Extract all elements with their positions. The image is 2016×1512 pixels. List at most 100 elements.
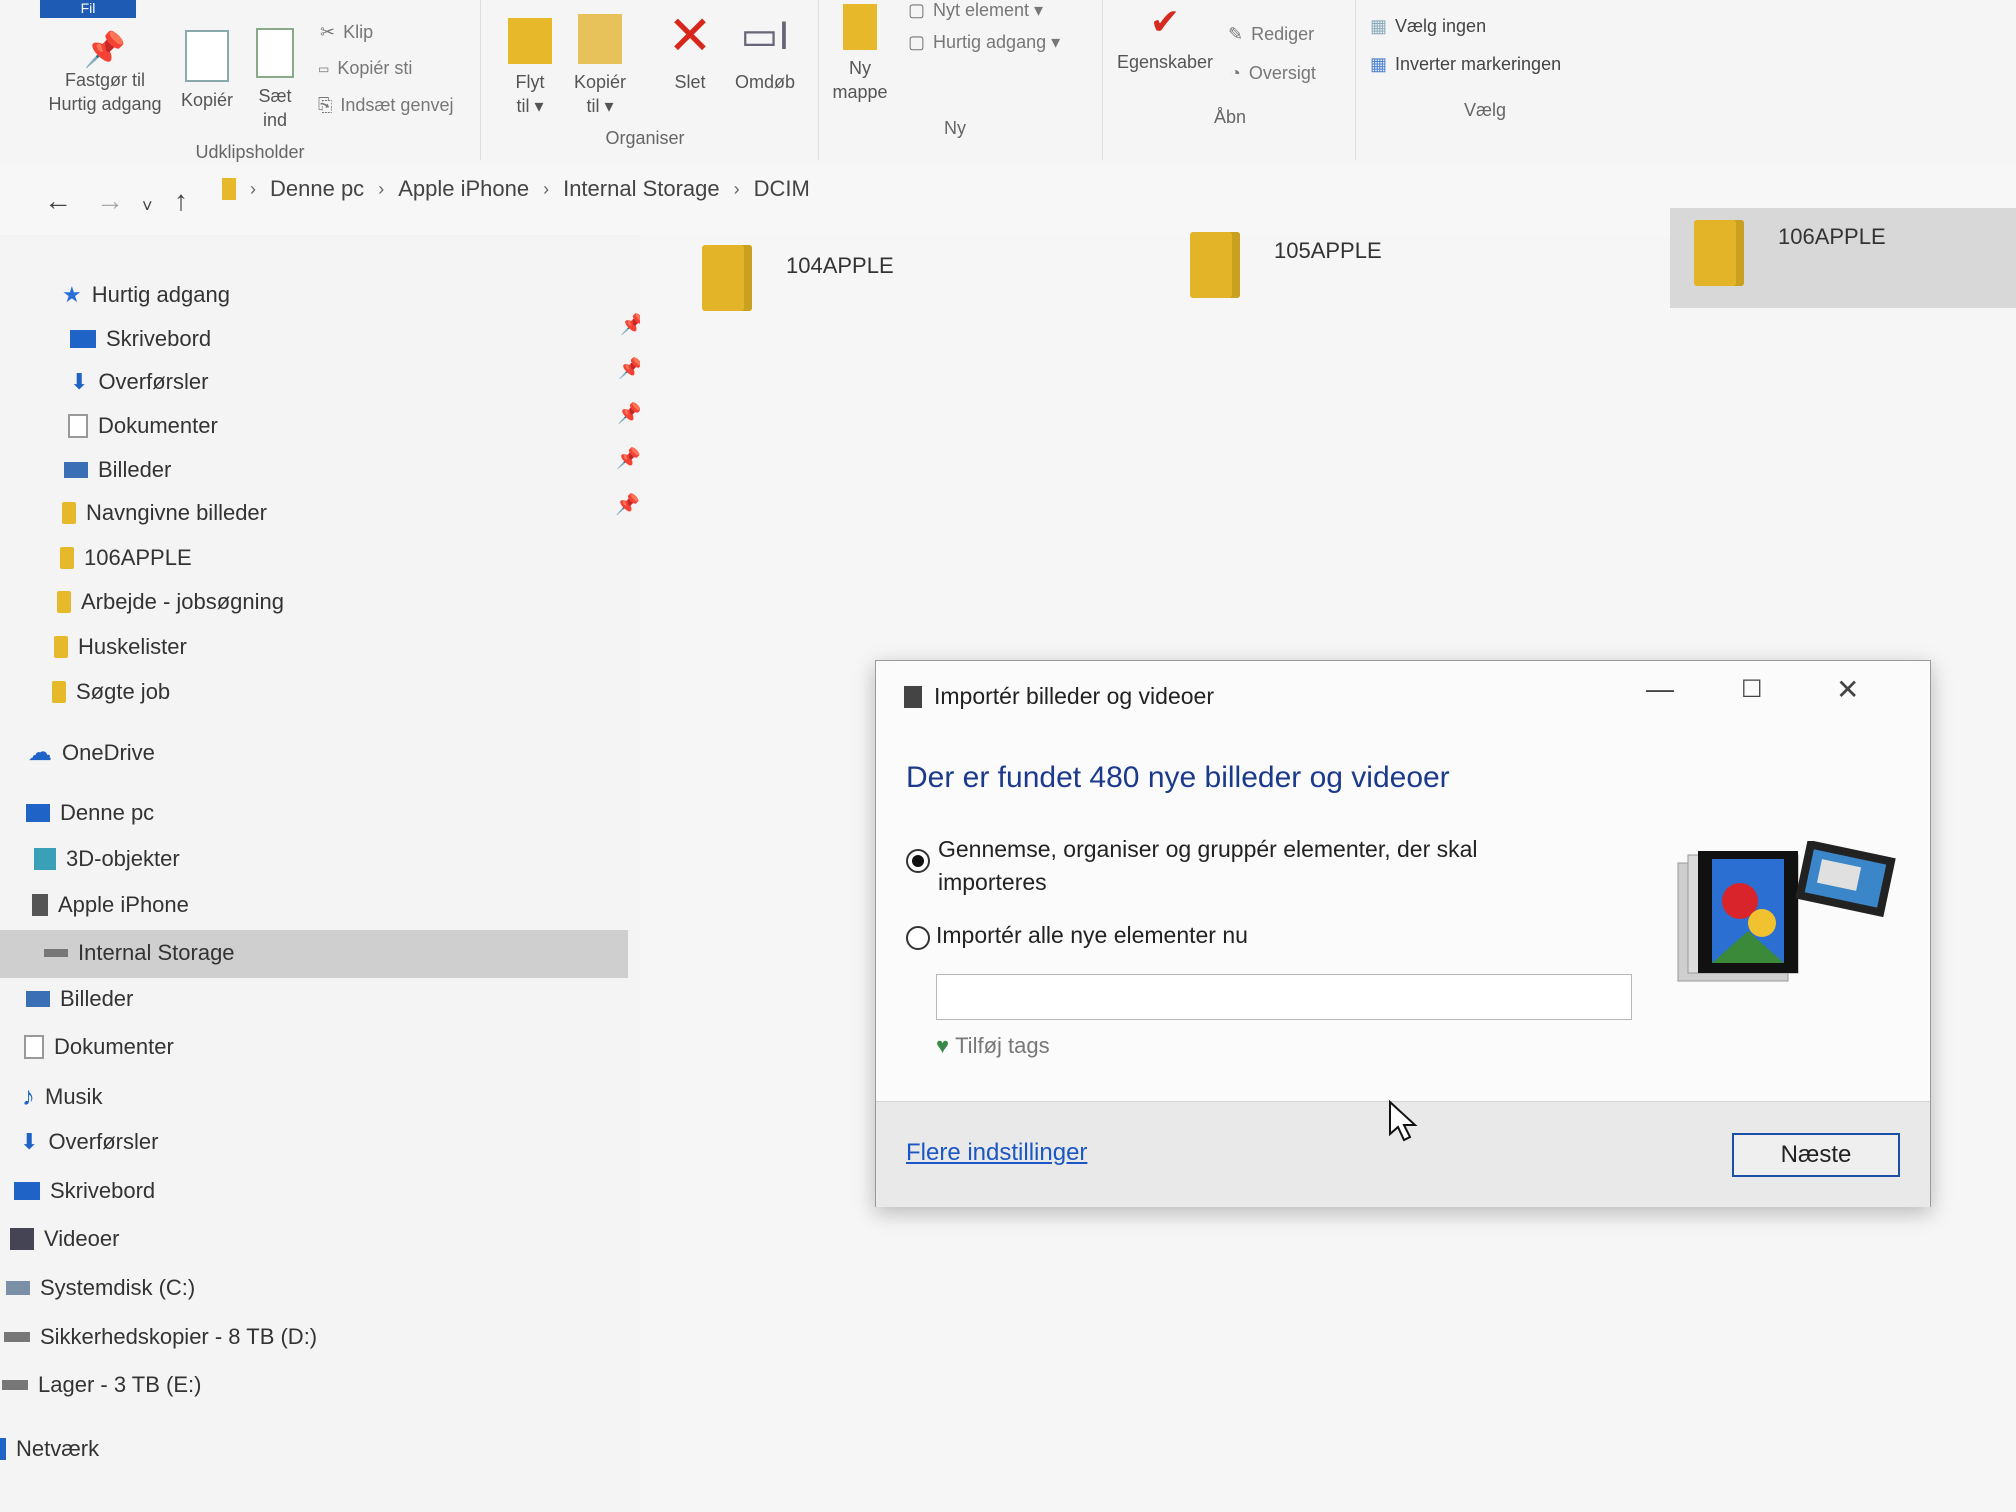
phone-icon — [32, 894, 48, 916]
breadcrumb[interactable]: › Denne pc › Apple iPhone › Internal Sto… — [222, 176, 810, 202]
pin-icon[interactable]: 📌 — [615, 492, 640, 517]
copy-to-button[interactable]: Kopiér til ▾ — [570, 14, 630, 118]
add-tags-link[interactable]: ♥ Tilføj tags — [936, 1033, 1050, 1059]
sidebar-item-label: 106APPLE — [84, 545, 192, 570]
forward-arrow-icon[interactable]: → — [96, 185, 124, 217]
pin-icon[interactable]: 📌 — [616, 446, 641, 471]
photos-videos-icon — [1677, 841, 1896, 982]
sidebar-item-downloads[interactable]: ⬇ Overførsler — [70, 369, 208, 395]
star-icon: ★ — [62, 282, 82, 307]
sidebar-item-quick-access[interactable]: ★ Hurtig adgang — [62, 282, 230, 308]
maximize-icon[interactable]: ☐ — [1741, 675, 1763, 704]
close-icon[interactable]: ✕ — [1836, 673, 1859, 706]
sidebar-item-label: Denne pc — [60, 800, 155, 825]
ribbon: Fil 📌 Fastgør til Hurtig adgang Kopiér S… — [0, 0, 2016, 166]
recent-locations-chevron-icon[interactable]: ˅ — [142, 196, 153, 217]
sidebar-item-named-pictures[interactable]: Navngivne billeder — [62, 500, 267, 526]
select-group-label: Vælg — [1463, 100, 1507, 120]
invert-selection-button[interactable]: ▦ Inverter markeringen — [1370, 54, 1561, 75]
sidebar-item-pictures[interactable]: Billeder — [64, 457, 171, 483]
sidebar-item-label: Skrivebord — [106, 326, 212, 351]
select-none-button[interactable]: ▦ Vælg ingen — [1370, 16, 1486, 37]
sidebar-item-drive-d[interactable]: Sikkerhedskopier - 8 TB (D:) — [4, 1324, 317, 1350]
dialog-heading: Der er fundet 480 nye billeder og videoe… — [906, 761, 1450, 794]
paste-shortcut-button[interactable]: ⎘ Indsæt genvej — [318, 95, 453, 116]
sidebar-item-label: Apple iPhone — [58, 892, 189, 917]
file-tab[interactable]: Fil — [40, 0, 136, 18]
browse-organize-label[interactable]: Gennemse, organiser og gruppér elementer… — [938, 833, 1558, 899]
more-settings-link[interactable]: Flere indstillinger — [906, 1139, 1087, 1167]
sidebar-item-applied-jobs[interactable]: Søgte job — [52, 679, 170, 705]
new-folder-icon — [843, 4, 877, 50]
import-all-label[interactable]: Importér alle nye elementer nu — [936, 919, 1248, 952]
browse-organize-radio[interactable] — [906, 849, 930, 873]
folder-icon — [52, 681, 66, 703]
paste-label: Sæt ind — [258, 86, 292, 130]
edit-button[interactable]: ✎ Rediger — [1228, 24, 1314, 45]
select-none-label: Vælg ingen — [1395, 16, 1487, 36]
new-folder-button[interactable]: Ny mappe — [830, 4, 890, 104]
sidebar-item-pc-pictures[interactable]: Billeder — [26, 986, 133, 1012]
breadcrumb-item[interactable]: Internal Storage — [563, 176, 720, 202]
sidebar-item-pc-desktop[interactable]: Skrivebord — [14, 1178, 155, 1204]
sidebar-item-network[interactable]: Netværk — [0, 1436, 99, 1462]
new-item-button[interactable]: ▢ Nyt element ▾ — [908, 0, 1043, 21]
sidebar-item-apple-iphone[interactable]: Apple iPhone — [32, 892, 189, 918]
sidebar-item-desktop[interactable]: Skrivebord — [70, 326, 211, 352]
copy-to-label: Kopiér til ▾ — [573, 72, 627, 116]
paste-button[interactable]: Sæt ind — [250, 28, 300, 132]
sidebar-item-3d-objects[interactable]: 3D-objekter — [34, 846, 180, 872]
cloud-icon: ☁ — [28, 739, 52, 766]
history-label: Oversigt — [1248, 63, 1316, 83]
copy-path-button[interactable]: ▭ Kopiér sti — [318, 58, 412, 79]
sidebar-item-label: Hurtig adgang — [91, 282, 230, 307]
folder-icon — [54, 636, 68, 658]
minimize-icon[interactable]: — — [1646, 673, 1674, 705]
sidebar-item-pc-downloads[interactable]: ⬇ Overførsler — [20, 1129, 158, 1155]
sidebar-item-videos[interactable]: Videoer — [10, 1226, 119, 1252]
back-arrow-icon[interactable]: ← — [44, 185, 72, 217]
breadcrumb-item[interactable]: Denne pc — [270, 176, 364, 202]
up-arrow-icon[interactable]: ↑ — [174, 185, 188, 217]
sidebar-item-music[interactable]: ♪ Musik — [22, 1081, 102, 1112]
folder-item[interactable]: 104APPLE — [702, 245, 894, 311]
quick-access-button[interactable]: ▢ Hurtig adgang ▾ — [908, 32, 1060, 53]
sidebar-item-job-search[interactable]: Arbejde - jobsøgning — [57, 589, 284, 615]
pin-icon[interactable]: 📌 — [617, 401, 642, 426]
next-button[interactable]: Næste — [1732, 1133, 1900, 1177]
delete-button[interactable]: ✕ Slet — [660, 8, 720, 94]
new-item-icon: ▢ — [908, 0, 926, 20]
sidebar-item-this-pc[interactable]: Denne pc — [26, 800, 154, 826]
cut-button[interactable]: ✂ Klip — [320, 22, 373, 43]
folder-item[interactable]: 106APPLE — [1694, 220, 1886, 286]
sidebar-item-onedrive[interactable]: ☁ OneDrive — [28, 738, 155, 767]
breadcrumb-item[interactable]: DCIM — [754, 176, 810, 202]
sidebar-item-documents[interactable]: Dokumenter — [68, 413, 218, 439]
sidebar-item-drive-c[interactable]: Systemdisk (C:) — [6, 1275, 195, 1301]
desktop-icon — [70, 330, 96, 348]
sidebar-item-drive-e[interactable]: Lager - 3 TB (E:) — [2, 1372, 201, 1398]
mouse-pointer-icon — [1389, 1100, 1418, 1142]
delete-x-icon: ✕ — [667, 6, 713, 66]
breadcrumb-item[interactable]: Apple iPhone — [398, 176, 529, 202]
sidebar-item-internal-storage[interactable]: Internal Storage — [44, 940, 235, 966]
import-all-radio[interactable] — [906, 926, 930, 950]
history-button[interactable]: ◔ Oversigt — [1230, 63, 1316, 84]
folder-item[interactable]: 105APPLE — [1190, 232, 1382, 298]
sidebar-item-pc-documents[interactable]: Dokumenter — [24, 1034, 174, 1060]
chevron-right-icon: › — [250, 178, 256, 199]
rename-button[interactable]: ▭I Omdøb — [730, 8, 800, 94]
sidebar-item-label: OneDrive — [62, 739, 155, 765]
tags-input[interactable] — [936, 974, 1632, 1020]
sidebar-item-label: Lager - 3 TB (E:) — [38, 1372, 202, 1397]
copy-button[interactable]: Kopiér — [172, 30, 242, 112]
sidebar-item-106apple[interactable]: 106APPLE — [60, 545, 192, 571]
properties-button[interactable]: ✔ Egenskaber — [1110, 0, 1220, 74]
music-note-icon: ♪ — [22, 1081, 35, 1111]
shortcut-icon: ⎘ — [318, 95, 333, 115]
network-icon — [0, 1438, 6, 1460]
pin-quick-access-button[interactable]: 📌 Fastgør til Hurtig adgang — [40, 33, 170, 116]
pictures-icon — [64, 462, 88, 478]
sidebar-item-checklists[interactable]: Huskelister — [54, 634, 187, 660]
move-to-button[interactable]: Flyt til ▾ — [500, 18, 560, 118]
